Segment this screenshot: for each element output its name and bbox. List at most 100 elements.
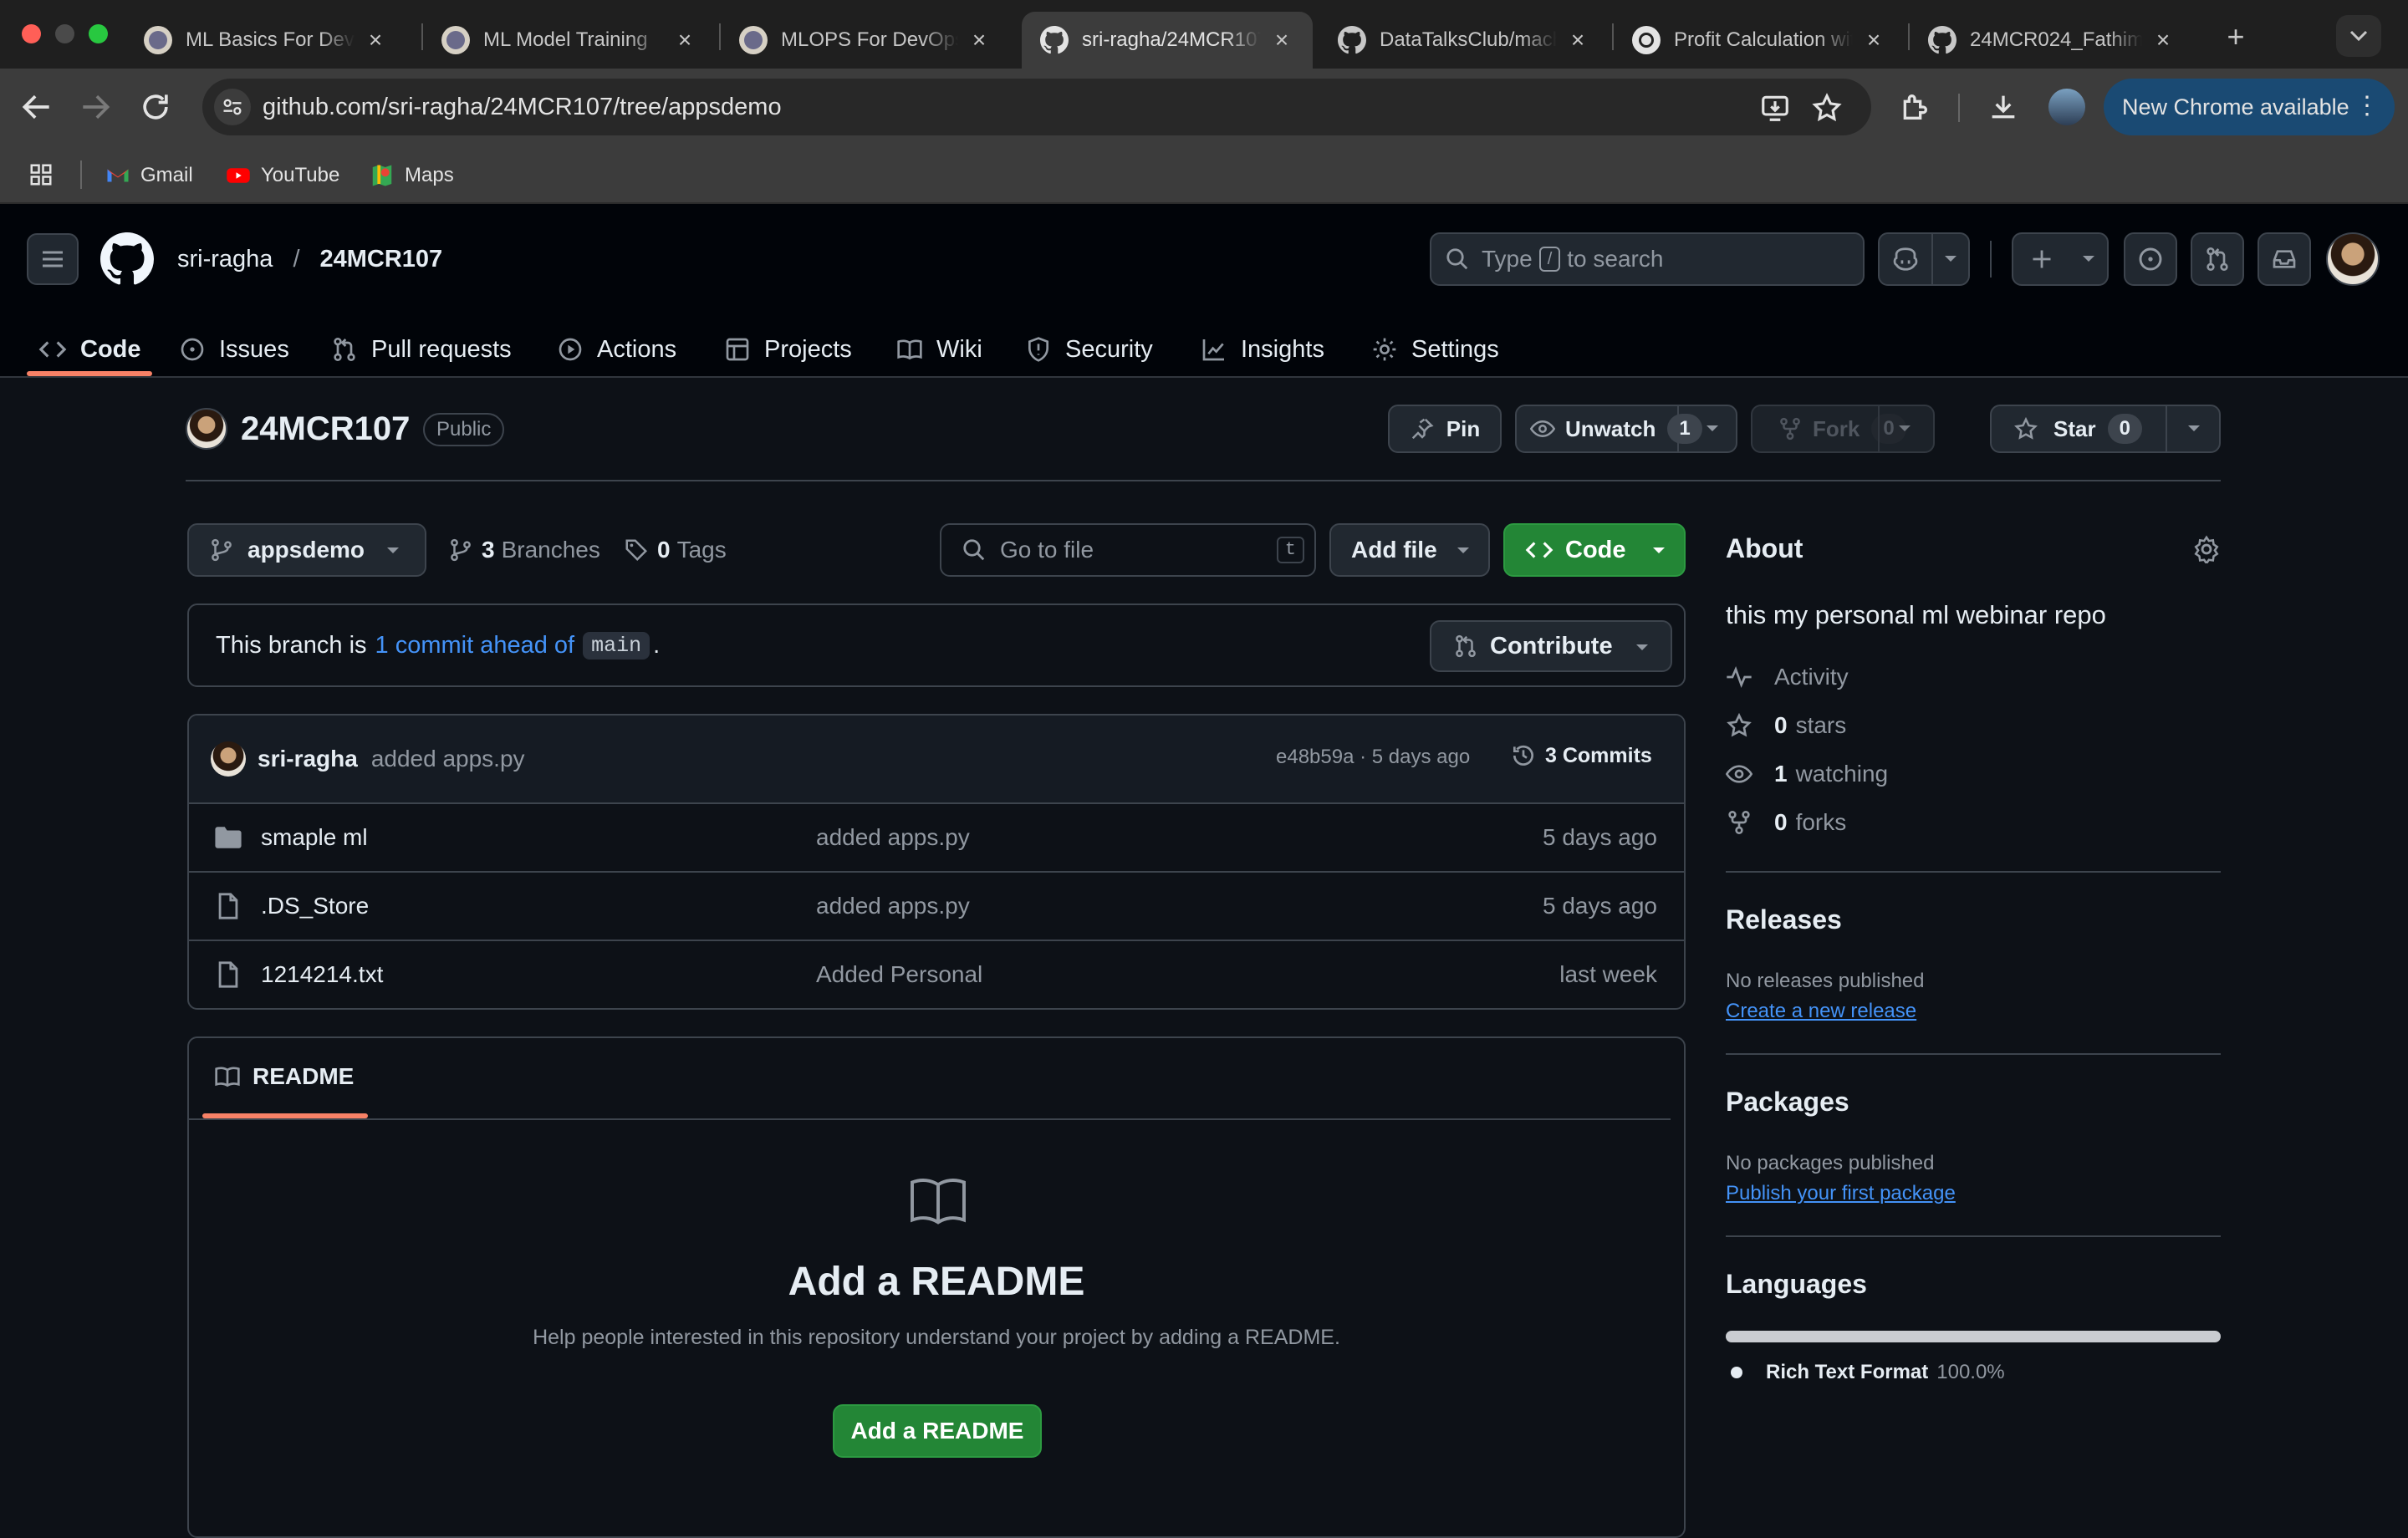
activity-link[interactable]: Activity (1726, 664, 1849, 690)
readme-tab[interactable]: README (214, 1063, 354, 1090)
chevron-down-icon[interactable] (1898, 425, 1911, 433)
bookmark-star-icon[interactable] (1811, 92, 1843, 124)
install-app-icon[interactable] (1759, 92, 1791, 124)
create-release-link[interactable]: Create a new release (1726, 1000, 1916, 1023)
browser-tab[interactable]: Profit Calculation with Python × (1614, 12, 1905, 69)
stars-link[interactable]: 0 stars (1726, 712, 1846, 739)
reload-icon[interactable] (137, 89, 174, 125)
publish-package-link[interactable]: Publish your first package (1726, 1182, 1956, 1205)
github-logo-icon[interactable] (100, 232, 154, 286)
file-commit-message[interactable]: added apps.py (816, 824, 1543, 851)
tab-close-icon[interactable]: × (2150, 27, 2176, 53)
nav-tab-wiki[interactable]: Wiki (896, 321, 982, 378)
new-tab-plus-icon[interactable]: + (2217, 18, 2254, 55)
downloads-icon[interactable] (1987, 90, 2020, 124)
tab-close-icon[interactable]: × (1861, 27, 1886, 53)
user-avatar[interactable] (2326, 232, 2380, 286)
chevron-down-icon[interactable] (1706, 425, 1719, 433)
packages-title[interactable]: Packages (1726, 1087, 1849, 1118)
nav-tab-settings[interactable]: Settings (1371, 321, 1499, 378)
chrome-profile-avatar[interactable] (2048, 89, 2085, 125)
back-arrow-icon[interactable] (18, 89, 55, 125)
forward-arrow-icon[interactable] (77, 89, 114, 125)
tab-close-icon[interactable]: × (1565, 27, 1590, 53)
breadcrumb-owner-link[interactable]: sri-ragha (177, 246, 273, 273)
add-file-button[interactable]: Add file (1329, 523, 1490, 577)
extensions-puzzle-icon[interactable] (1898, 90, 1931, 124)
tab-close-icon[interactable]: × (1269, 27, 1294, 53)
issues-button[interactable] (2124, 232, 2177, 286)
forks-link[interactable]: 0 forks (1726, 809, 1846, 836)
nav-tab-code[interactable]: Code (38, 321, 141, 378)
table-row[interactable]: smaple ml added apps.py 5 days ago (189, 802, 1684, 871)
address-bar[interactable]: github.com/sri-ragha/24MCR107/tree/appsd… (202, 79, 1871, 135)
global-search-input[interactable]: Type / to search (1430, 232, 1865, 286)
copilot-button[interactable] (1878, 232, 1970, 286)
language-item[interactable]: Rich Text Format 100.0% (1731, 1361, 2005, 1384)
commits-history-link[interactable]: 3 Commits (1510, 742, 1652, 769)
site-settings-icon[interactable] (214, 89, 251, 125)
bookmark-youtube[interactable]: YouTube (226, 157, 339, 194)
apps-grid-icon[interactable] (28, 162, 54, 187)
browser-tab[interactable]: ML Model Training × (423, 12, 716, 69)
contribute-button[interactable]: Contribute (1430, 620, 1672, 672)
watchers-link[interactable]: 1 watching (1726, 761, 1888, 787)
hamburger-menu-button[interactable] (27, 233, 79, 285)
commits-ahead-link[interactable]: 1 commit ahead of (375, 632, 575, 660)
file-name-link[interactable]: 1214214.txt (261, 961, 816, 988)
chevron-down-icon[interactable] (2187, 425, 2201, 433)
repo-owner-avatar[interactable] (186, 408, 227, 450)
about-settings-gear-icon[interactable] (2192, 535, 2221, 563)
nav-tab-projects[interactable]: Projects (724, 321, 852, 378)
pin-button[interactable]: Pin (1388, 405, 1502, 453)
file-commit-message[interactable]: Added Personal (816, 961, 1559, 988)
new-chrome-available-button[interactable]: New Chrome available ⋮ (2104, 79, 2395, 135)
branch-select-button[interactable]: appsdemo (187, 523, 426, 577)
window-close-button[interactable] (22, 24, 41, 43)
releases-title[interactable]: Releases (1726, 904, 1842, 935)
create-new-button[interactable] (2012, 232, 2109, 286)
tab-close-icon[interactable]: × (363, 27, 388, 53)
tab-search-chevron-icon[interactable] (2336, 15, 2381, 57)
bookmark-maps[interactable]: Maps (370, 157, 454, 194)
chrome-menu-kebab-icon[interactable]: ⋮ (2354, 92, 2380, 120)
add-readme-button[interactable]: Add a README (833, 1404, 1042, 1458)
go-to-file-input[interactable]: Go to file t (940, 523, 1316, 577)
nav-tab-security[interactable]: Security (1025, 321, 1153, 378)
breadcrumb-repo-link[interactable]: 24MCR107 (320, 246, 443, 273)
table-row[interactable]: 1214214.txt Added Personal last week (189, 940, 1684, 1008)
browser-tab[interactable]: DataTalksClub/machine-learning-zoomcamp … (1319, 12, 1609, 69)
commit-author-avatar[interactable] (211, 741, 246, 777)
copilot-chevron-icon[interactable] (1933, 255, 1968, 263)
browser-tab-active[interactable]: sri-ragha/24MCR107 × (1022, 12, 1313, 69)
tab-close-icon[interactable]: × (967, 27, 992, 53)
window-minimize-button[interactable] (55, 24, 74, 43)
branches-link[interactable]: 3 Branches (448, 532, 600, 568)
repo-name[interactable]: 24MCR107 (241, 406, 410, 451)
nav-tab-actions[interactable]: Actions (557, 321, 676, 378)
unwatch-button[interactable]: Unwatch 1 (1515, 405, 1737, 453)
browser-tab[interactable]: ML Basics For DevOps × (125, 12, 406, 69)
tags-link[interactable]: 0 Tags (624, 532, 727, 568)
file-name-link[interactable]: smaple ml (261, 824, 816, 851)
fork-button[interactable]: Fork 0 (1751, 405, 1935, 453)
table-row[interactable]: .DS_Store added apps.py 5 days ago (189, 871, 1684, 940)
commit-message-link[interactable]: added apps.py (371, 746, 525, 772)
tab-close-icon[interactable]: × (672, 27, 697, 53)
file-name-link[interactable]: .DS_Store (261, 893, 816, 919)
nav-tab-issues[interactable]: Issues (179, 321, 289, 378)
browser-tab[interactable]: 24MCR024_Fathima × (1910, 12, 2194, 69)
window-zoom-button[interactable] (89, 24, 108, 43)
file-commit-message[interactable]: added apps.py (816, 893, 1543, 919)
base-branch-code[interactable]: main (583, 631, 650, 660)
star-button[interactable]: Star 0 (1990, 405, 2221, 453)
bookmark-gmail[interactable]: Gmail (105, 157, 193, 194)
commit-hash-time[interactable]: e48b59a · 5 days ago (1276, 746, 1470, 769)
inbox-button[interactable] (2258, 232, 2311, 286)
commit-author-link[interactable]: sri-ragha (258, 746, 358, 772)
pull-requests-button[interactable] (2191, 232, 2244, 286)
code-dropdown-button[interactable]: Code (1503, 523, 1686, 577)
nav-tab-pull-requests[interactable]: Pull requests (331, 321, 512, 378)
nav-tab-insights[interactable]: Insights (1201, 321, 1324, 378)
browser-tab[interactable]: MLOPS For DevOps × (721, 12, 1010, 69)
